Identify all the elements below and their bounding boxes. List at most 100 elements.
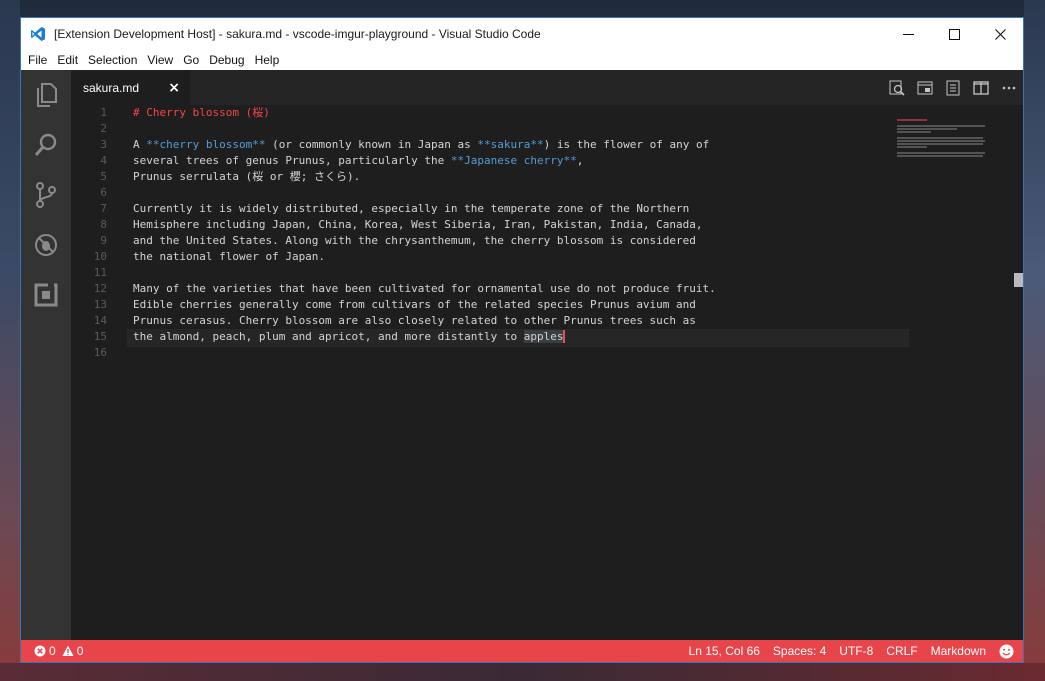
split-editor-icon	[973, 80, 989, 95]
desktop-background-bottom	[0, 663, 1045, 681]
code-line[interactable]: 1 # Cherry blossom (桜)	[71, 105, 911, 121]
error-icon	[34, 645, 46, 657]
maximize-icon	[948, 28, 960, 40]
language-mode[interactable]: Markdown	[931, 644, 986, 658]
code-line[interactable]: 8 Hemisphere including Japan, China, Kore…	[71, 217, 911, 233]
text-segment: several trees of genus Prunus, particula…	[133, 154, 451, 167]
line-text: the national flower of Japan.	[133, 249, 325, 265]
text-segment: Prunus cerasus. Cherry blossom are also …	[133, 314, 696, 327]
code-line[interactable]: 13 Edible cherries generally come from cu…	[71, 297, 911, 313]
menu-view[interactable]: View	[147, 53, 173, 67]
search-icon	[34, 133, 57, 156]
code-line[interactable]: 2	[71, 121, 911, 137]
code-line[interactable]: 14 Prunus cerasus. Cherry blossom are als…	[71, 313, 911, 329]
line-number: 11	[93, 266, 107, 279]
debug-icon	[35, 234, 57, 256]
close-window-button[interactable]	[977, 18, 1023, 50]
split-editor-button[interactable]	[967, 70, 995, 105]
line-number: 9	[100, 234, 107, 247]
code-lines[interactable]: 1 # Cherry blossom (桜) 2 3 A **cherry blosso…	[71, 105, 911, 361]
search-button[interactable]	[33, 132, 59, 158]
activity-bar	[21, 70, 71, 640]
smiley-icon[interactable]	[999, 644, 1014, 659]
line-text: the almond, peach, plum and apricot, and…	[133, 329, 566, 345]
menu-file[interactable]: File	[28, 53, 47, 67]
encoding[interactable]: UTF-8	[839, 644, 873, 658]
line-text: # Cherry blossom (桜)	[133, 105, 270, 121]
extensions-button[interactable]	[33, 282, 59, 308]
code-line[interactable]: 6	[71, 185, 911, 201]
code-line[interactable]: 12 Many of the varieties that have been c…	[71, 281, 911, 297]
more-actions-button[interactable]	[995, 70, 1023, 105]
show-preview-icon	[946, 80, 960, 95]
text-segment: **sakura**	[477, 138, 544, 151]
code-line[interactable]: 10 the national flower of Japan.	[71, 249, 911, 265]
code-line[interactable]: 9 and the United States. Along with the c…	[71, 233, 911, 249]
text-segment: (or commonly known in Japan as	[265, 138, 478, 151]
problems-indicator[interactable]: 0 0	[34, 644, 83, 658]
menu-selection[interactable]: Selection	[88, 53, 137, 67]
editor-area[interactable]: 1 # Cherry blossom (桜) 2 3 A **cherry blosso…	[71, 105, 1023, 640]
line-text: Many of the varieties that have been cul…	[133, 281, 716, 297]
warning-icon	[62, 645, 74, 656]
text-segment: the national flower of Japan.	[133, 250, 326, 263]
line-text: Currently it is widely distributed, espe…	[133, 201, 689, 217]
tab-close-icon[interactable]: ×	[168, 80, 180, 96]
code-line[interactable]: 4 several trees of genus Prunus, particul…	[71, 153, 911, 169]
line-ending[interactable]: CRLF	[886, 644, 917, 658]
code-line[interactable]: 15 the almond, peach, plum and apricot, a…	[71, 329, 911, 347]
menu-help[interactable]: Help	[255, 53, 280, 67]
minimize-button[interactable]	[885, 18, 931, 50]
open-preview-button[interactable]	[883, 70, 911, 105]
source-control-icon	[36, 182, 56, 208]
show-preview-button[interactable]	[939, 70, 967, 105]
line-number: 5	[100, 170, 107, 183]
line-text: and the United States. Along with the ch…	[133, 233, 696, 249]
error-count: 0	[49, 644, 56, 658]
line-text: Prunus serrulata (桜 or 櫻; さくら).	[133, 169, 360, 185]
scrollbar-thumb[interactable]	[1014, 273, 1023, 287]
desktop-background-right	[1024, 0, 1045, 681]
more-icon	[1002, 86, 1016, 89]
open-changes-icon	[917, 81, 933, 94]
code-line[interactable]: 7 Currently it is widely distributed, esp…	[71, 201, 911, 217]
title-bar: [Extension Development Host] - sakura.md…	[21, 18, 1023, 50]
line-text: several trees of genus Prunus, particula…	[133, 153, 583, 169]
extensions-icon	[34, 283, 58, 307]
minimap[interactable]	[897, 119, 987, 165]
maximize-button[interactable]	[931, 18, 977, 50]
text-segment: ) is the flower of any of	[543, 138, 710, 151]
editor-tab-bar: sakura.md ×	[71, 70, 1023, 105]
line-number: 13	[93, 298, 107, 311]
code-line[interactable]: 3 A **cherry blossom** (or commonly known…	[71, 137, 911, 153]
menu-bar: File Edit Selection View Go Debug Help	[21, 50, 1023, 70]
open-changes-button[interactable]	[911, 70, 939, 105]
line-text: Prunus cerasus. Cherry blossom are also …	[133, 313, 696, 329]
minimize-icon	[902, 33, 914, 35]
explorer-button[interactable]	[33, 82, 59, 108]
indentation[interactable]: Spaces: 4	[773, 644, 826, 658]
text-segment: the almond, peach, plum and apricot, and…	[133, 330, 524, 343]
debug-button[interactable]	[33, 232, 59, 258]
code-line[interactable]: 11	[71, 265, 911, 281]
warning-count: 0	[76, 644, 84, 658]
line-number: 15	[93, 330, 107, 343]
menu-edit[interactable]: Edit	[57, 53, 78, 67]
line-text: Hemisphere including Japan, China, Korea…	[133, 217, 703, 233]
line-number: 3	[100, 138, 107, 151]
code-line[interactable]: 16	[71, 345, 911, 361]
text-segment: **Japanese cherry**	[450, 154, 577, 167]
text-segment: Edible cherries generally come from cult…	[133, 298, 696, 311]
source-control-button[interactable]	[33, 182, 59, 208]
menu-go[interactable]: Go	[183, 53, 199, 67]
line-number: 14	[93, 314, 107, 327]
cursor-position[interactable]: Ln 15, Col 66	[689, 644, 760, 658]
code-line[interactable]: 5 Prunus serrulata (桜 or 櫻; さくら).	[71, 169, 911, 185]
tab-label: sakura.md	[83, 80, 140, 95]
line-text: Edible cherries generally come from cult…	[133, 297, 696, 313]
menu-debug[interactable]: Debug	[209, 53, 244, 67]
tab-sakura-md[interactable]: sakura.md ×	[71, 70, 190, 105]
close-icon	[994, 28, 1006, 40]
line-number: 2	[100, 122, 107, 135]
line-text: A **cherry blossom** (or commonly known …	[133, 137, 709, 153]
